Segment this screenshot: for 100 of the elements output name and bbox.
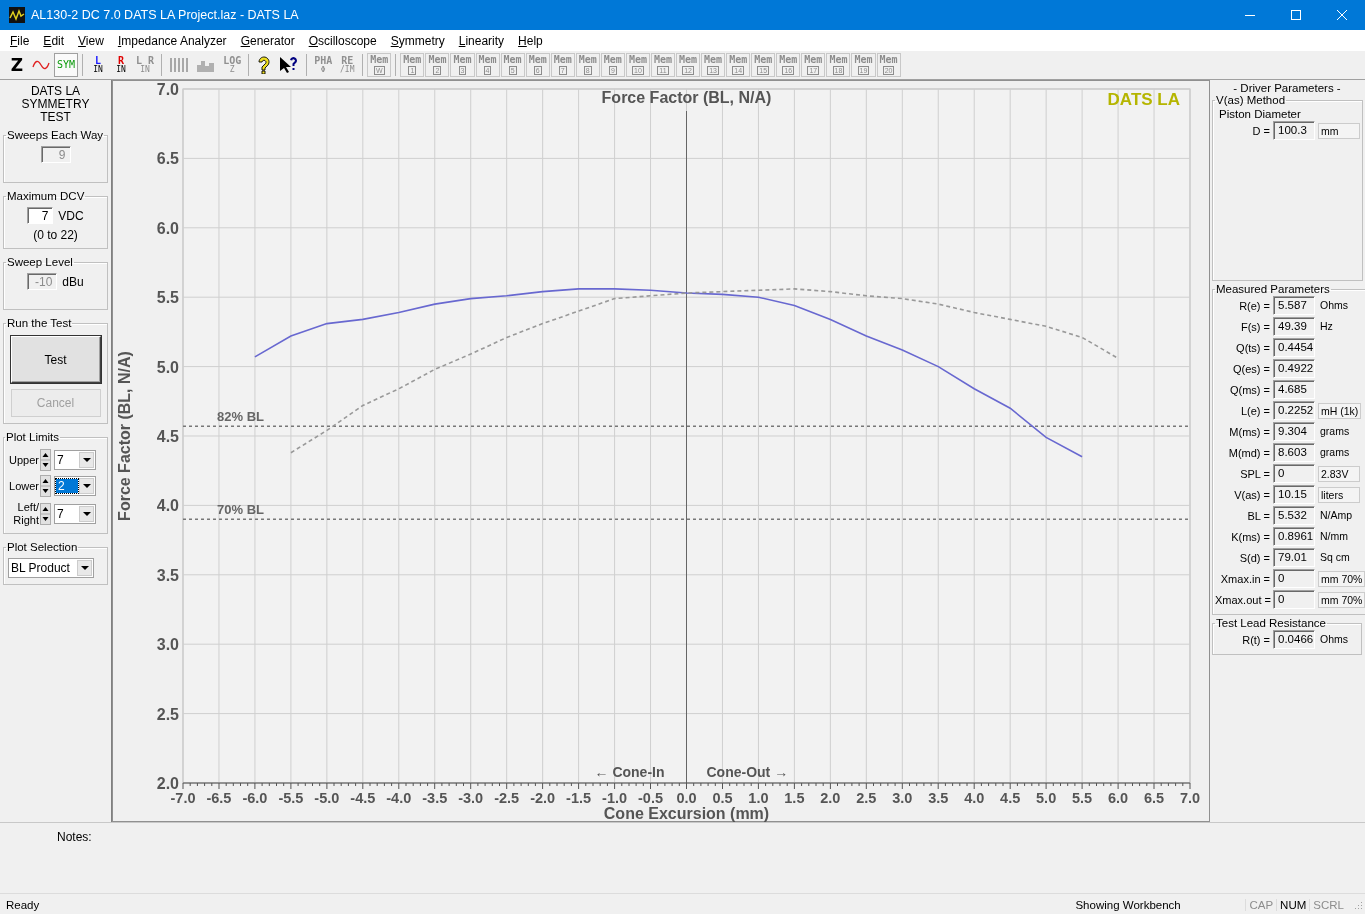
toolbar-button[interactable]: R IN <box>110 53 133 77</box>
x-tick-label: -3.0 <box>458 790 484 806</box>
x-tick-label: 4.5 <box>1000 790 1021 806</box>
key-indicator: CAP <box>1245 898 1277 911</box>
parameter-value[interactable]: 0.2252 <box>1273 401 1315 420</box>
menu-item[interactable]: Linearity <box>451 31 512 50</box>
x-tick-label: -6.5 <box>206 790 232 806</box>
toolbar-button[interactable]: L IN <box>87 53 110 77</box>
unit-label: dBu <box>62 274 84 289</box>
menu-item[interactable]: Oscilloscope <box>301 31 384 50</box>
x-tick-label: 6.0 <box>1108 790 1129 806</box>
unit-label: Hz <box>1319 318 1334 334</box>
menu-item[interactable]: Impedance Analyzer <box>110 31 234 50</box>
unit-label: VDC <box>58 208 84 223</box>
y-tick-label: 3.0 <box>156 636 179 654</box>
parameter-value[interactable]: 5.532 <box>1273 506 1315 525</box>
x-tick-label: -1.5 <box>566 790 592 806</box>
plot-dropdown[interactable]: BL Product <box>8 558 94 578</box>
x-tick-label: -1.0 <box>602 790 628 806</box>
x-tick-label: 6.5 <box>1143 790 1165 806</box>
menu-item[interactable]: Help <box>511 31 550 50</box>
parameter-label: SPL = <box>1239 467 1271 480</box>
menu-item[interactable]: Generator <box>233 31 302 50</box>
key-indicator: SCRL <box>1309 898 1347 911</box>
limit-dropdown[interactable]: 7 <box>54 450 96 470</box>
menu-item[interactable]: View <box>71 31 111 50</box>
x-tick-label: 4.0 <box>964 790 985 806</box>
x-tick-label: 2.5 <box>856 790 877 806</box>
group-title: Sweeps Each Way <box>6 129 105 141</box>
panel-heading: - Driver Parameters - <box>1232 81 1342 94</box>
x-tick-label: -4.5 <box>350 790 376 806</box>
group-title: Plot Selection <box>6 541 79 553</box>
notes-label: Notes: <box>57 830 92 846</box>
number-field[interactable]: 7 <box>27 207 54 224</box>
limit-dropdown[interactable]: 7 <box>54 504 96 524</box>
app-icon <box>9 7 25 23</box>
x-tick-label: -7.0 <box>170 790 196 806</box>
unit-label: Ohms <box>1319 297 1349 313</box>
group-title: Plot Limits <box>5 431 61 443</box>
y-tick-label: 6.0 <box>156 219 179 237</box>
parameter-value[interactable]: 79.01 <box>1273 548 1315 567</box>
y-tick-label: 5.0 <box>156 358 179 376</box>
parameter-value[interactable]: 0 <box>1273 464 1315 483</box>
group-title: Measured Parameters <box>1215 283 1331 295</box>
parameter-value[interactable]: 8.603 <box>1273 443 1315 462</box>
parameter-value[interactable]: 0.8961 <box>1273 527 1315 546</box>
parameter-value[interactable]: 0 <box>1273 569 1315 588</box>
test-button[interactable]: Test <box>10 336 101 383</box>
y-tick-label: 2.5 <box>156 705 179 723</box>
parameter-value[interactable]: 5.587 <box>1273 296 1315 315</box>
brand-label: DATS LA <box>1107 90 1180 109</box>
parameter-value[interactable]: 4.685 <box>1273 380 1315 399</box>
toolbar-button[interactable]: SYM <box>54 53 79 77</box>
parameter-value[interactable]: 0 <box>1273 590 1315 609</box>
x-tick-label: 3.5 <box>928 790 949 806</box>
x-tick-label: -4.0 <box>386 790 412 806</box>
key-indicator: NUM <box>1276 898 1310 911</box>
spinner-icon[interactable] <box>40 503 51 525</box>
y-axis-title: Force Factor (BL, N/A) <box>116 351 133 521</box>
parameter-label: M(ms) = <box>1228 425 1271 438</box>
x-tick-label: 1.0 <box>748 790 769 806</box>
y-tick-label: 5.5 <box>156 289 179 307</box>
y-tick-label: 7.0 <box>156 81 179 98</box>
unit-label: Sq cm <box>1319 549 1351 565</box>
unit-label: mH (1k) <box>1318 402 1362 419</box>
x-tick-label: -5.5 <box>278 790 304 806</box>
histogram-icon <box>196 58 217 72</box>
x-tick-label: -3.5 <box>422 790 448 806</box>
parameter-value[interactable]: 0.4922 <box>1273 359 1315 378</box>
parameter-label: S(d) = <box>1238 551 1271 564</box>
parameter-label: V(as) = <box>1233 488 1271 501</box>
unit-label: mm 70% <box>1318 591 1365 608</box>
spinner-icon[interactable] <box>40 449 51 471</box>
parameter-label: BL = <box>1246 509 1271 522</box>
limit-dropdown[interactable]: 2 <box>54 476 96 496</box>
menu-item[interactable]: Symmetry <box>383 31 452 50</box>
parameter-label: K(ms) = <box>1230 530 1271 543</box>
parameter-value[interactable]: 49.39 <box>1273 317 1315 336</box>
parameter-value[interactable]: 10.15 <box>1273 485 1315 504</box>
x-tick-label: 5.5 <box>1072 790 1093 806</box>
menu-item[interactable]: Edit <box>36 31 72 50</box>
parameter-value[interactable]: 0.0466 <box>1273 630 1315 649</box>
group-title: Run the Test <box>6 317 73 329</box>
parameter-label: F(s) = <box>1239 320 1271 333</box>
x-tick-label: 7.0 <box>1179 790 1201 806</box>
direction-label: Cone-Out → <box>706 764 789 780</box>
spinner-icon[interactable] <box>40 475 51 497</box>
unit-label: 2.83V <box>1318 465 1360 482</box>
group-title: Test Lead Resistance <box>1215 617 1327 629</box>
unit-label: N/mm <box>1319 528 1349 544</box>
parameter-value[interactable]: 0.4454 <box>1273 338 1315 357</box>
parameter-value[interactable]: 9.304 <box>1273 422 1315 441</box>
unit-label: grams <box>1319 423 1351 439</box>
parameter-label: L(e) = <box>1239 404 1271 417</box>
menu-item[interactable]: File <box>3 31 37 50</box>
toolbar-button[interactable]: Z <box>6 53 28 77</box>
y-tick-label: 6.5 <box>156 150 179 168</box>
parameter-value[interactable]: 100.3 <box>1273 121 1315 140</box>
x-tick-label: -2.5 <box>494 790 520 806</box>
unit-label: mm 70% <box>1318 570 1365 587</box>
